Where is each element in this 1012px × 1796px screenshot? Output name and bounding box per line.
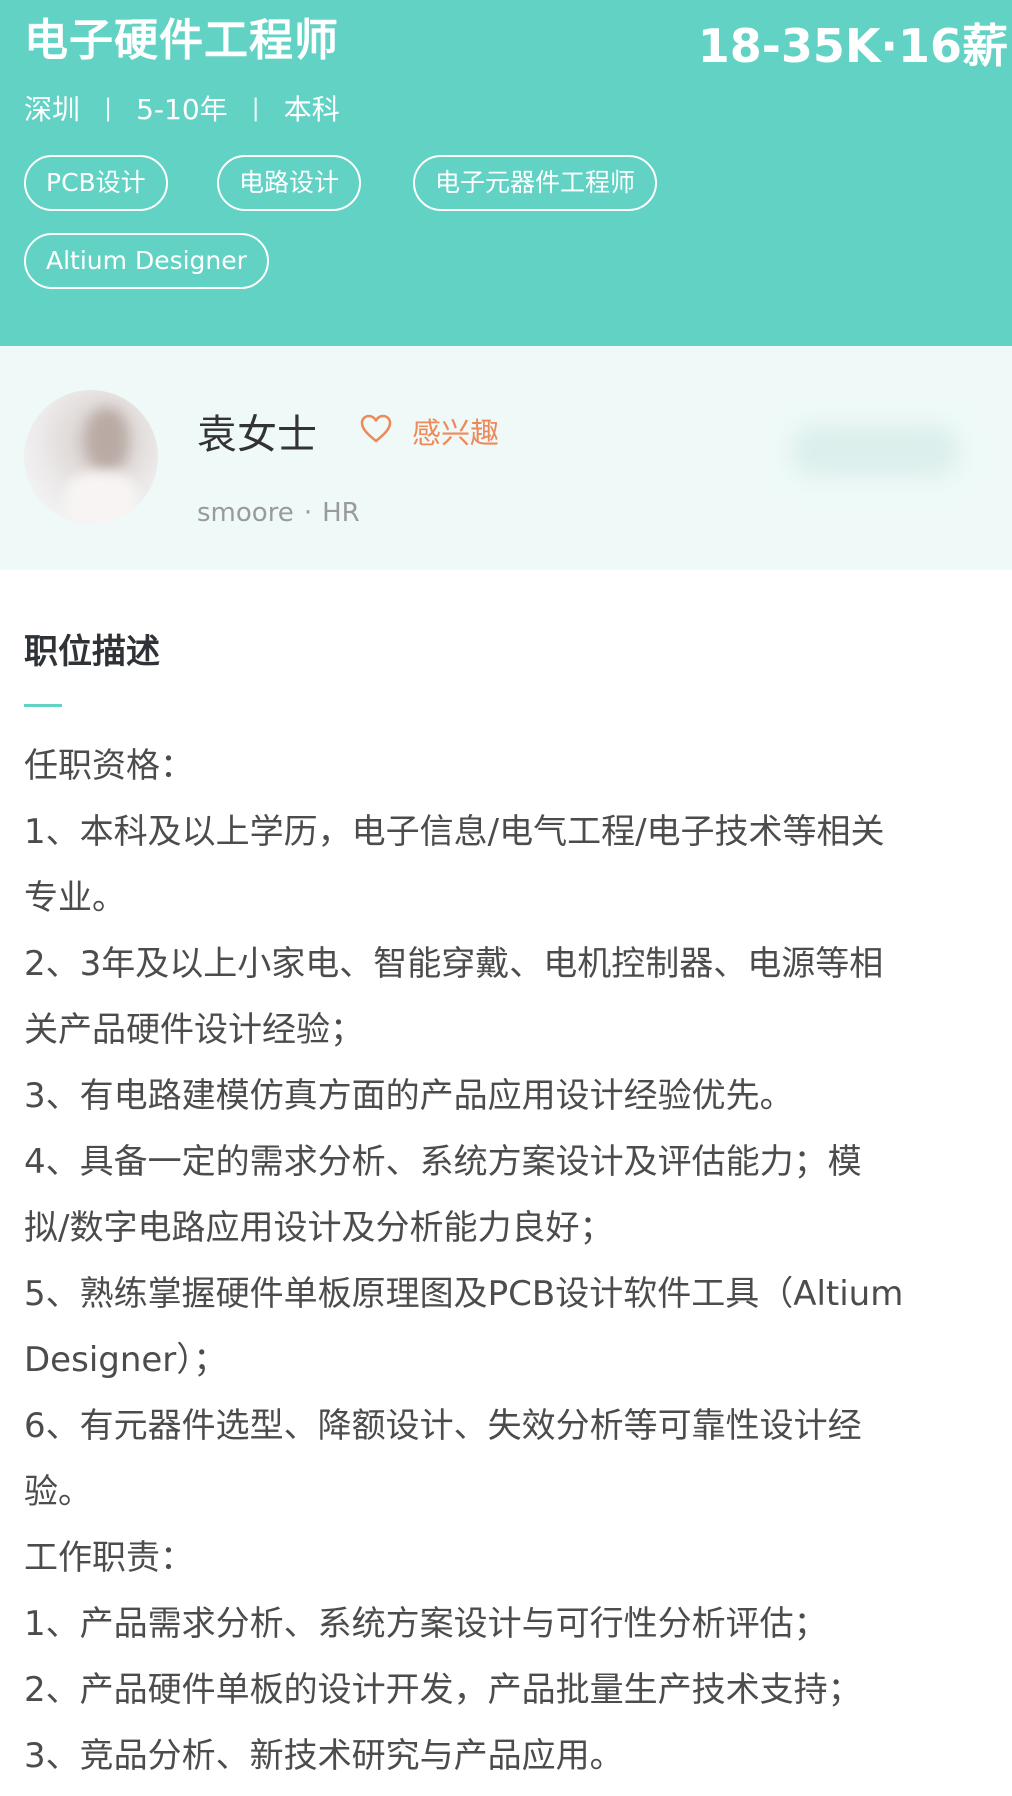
recruiter-username: smoore: [197, 498, 294, 528]
description-line: 2、3年及以上小家电、智能穿戴、电机控制器、电源等相: [24, 944, 884, 984]
job-header: 电子硬件工程师 18-35K·16薪 深圳 | 5-10年 | 本科 PCB设计…: [0, 0, 1012, 346]
job-city: 深圳: [24, 93, 81, 126]
job-title: 电子硬件工程师: [24, 15, 339, 66]
description-line: 工作职责：: [24, 1538, 194, 1578]
skill-tag[interactable]: 电子元器件工程师: [413, 155, 658, 211]
description-line: 6、有元器件选型、降额设计、失效分析等可靠性设计经: [24, 1406, 862, 1446]
skill-tag[interactable]: 电路设计: [217, 155, 362, 211]
avatar[interactable]: [24, 390, 158, 524]
description-line: 专业。: [24, 878, 126, 918]
description-line: 拟/数字电路应用设计及分析能力良好；: [24, 1208, 614, 1248]
recruiter-subtitle: smoore · HR: [197, 498, 360, 528]
job-education: 本科: [283, 93, 340, 126]
job-experience: 5-10年: [136, 93, 228, 126]
section-title-underline: [24, 704, 62, 707]
heart-icon[interactable]: [360, 414, 392, 444]
description-line: 3、竞品分析、新技术研究与产品应用。: [24, 1736, 624, 1776]
skill-tag[interactable]: Altium Designer: [24, 233, 269, 289]
job-meta: 深圳 | 5-10年 | 本科: [24, 88, 340, 128]
interested-button[interactable]: 感兴趣: [412, 410, 499, 452]
recruiter-role: HR: [322, 498, 360, 528]
avatar-photo-detail: [64, 472, 138, 524]
description-line: Designer）；: [24, 1340, 228, 1380]
job-detail-page: 电子硬件工程师 18-35K·16薪 深圳 | 5-10年 | 本科 PCB设计…: [0, 0, 1012, 1796]
description-line: 任职资格：: [24, 746, 194, 786]
description-line: 2、产品硬件单板的设计开发，产品批量生产技术支持；: [24, 1670, 862, 1710]
section-title-job-description: 职位描述: [24, 632, 160, 672]
description-line: 3、有电路建模仿真方面的产品应用设计经验优先。: [24, 1076, 794, 1116]
description-line: 4、具备一定的需求分析、系统方案设计及评估能力；模: [24, 1142, 862, 1182]
job-description-body: 任职资格： 1、本科及以上学历，电子信息/电气工程/电子技术等相关 专业。 2、…: [24, 733, 1004, 1789]
avatar-photo-detail: [86, 408, 128, 470]
description-line: 1、本科及以上学历，电子信息/电气工程/电子技术等相关: [24, 812, 885, 852]
blurred-region: [790, 424, 960, 478]
description-line: 5、熟练掌握硬件单板原理图及PCB设计软件工具（Altium: [24, 1274, 904, 1314]
recruiter-name: 袁女士: [197, 412, 317, 458]
skill-tag[interactable]: PCB设计: [24, 155, 168, 211]
description-line: 关产品硬件设计经验；: [24, 1010, 364, 1050]
meta-separator: |: [104, 94, 113, 122]
subtitle-dot: ·: [303, 498, 313, 528]
recruiter-card[interactable]: 袁女士 感兴趣 smoore · HR: [0, 346, 1012, 570]
description-line: 验。: [24, 1472, 92, 1512]
meta-separator: |: [251, 94, 260, 122]
description-line: 1、产品需求分析、系统方案设计与可行性分析评估；: [24, 1604, 828, 1644]
salary-label: 18-35K·16薪: [697, 19, 1008, 73]
